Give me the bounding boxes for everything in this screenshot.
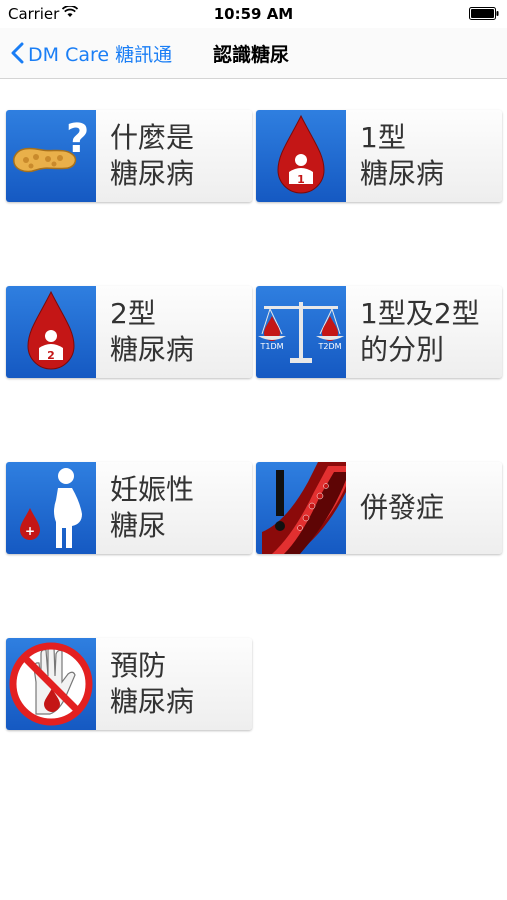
pregnancy-icon: + [6,462,96,554]
tile-label: 1型 糖尿病 [360,121,445,190]
tile-label: 妊娠性 糖尿 [110,473,195,542]
svg-text:?: ? [66,116,89,162]
status-bar: Carrier 10:59 AM [0,0,507,28]
type2-blood-drop-icon: 2 [6,286,96,378]
tile-label: 1型及2型 的分別 [360,297,480,366]
tile-label: 什麼是 糖尿病 [110,121,195,190]
tile-type2-diabetes[interactable]: 2 2型 糖尿病 [6,286,252,378]
tile-label: 預防 糖尿病 [110,649,195,718]
tile-prevent-diabetes[interactable]: 預防 糖尿病 [6,638,252,730]
tile-complications[interactable]: 併發症 [256,462,502,554]
pancreas-question-icon: ? [6,110,96,202]
svg-text:2: 2 [47,349,55,362]
page-title: 認識糖尿 [213,44,290,66]
navigation-bar: DM Care 糖訊通 認識糖尿 [0,28,507,79]
blood-vessel-warning-icon [256,462,346,554]
balance-scale-icon: T1DM T2DM [256,286,346,378]
clock: 10:59 AM [213,5,294,23]
svg-text:+: + [25,524,35,538]
back-button[interactable]: DM Care 糖訊通 [10,36,172,70]
battery-icon [469,7,499,20]
tile-type1-vs-type2[interactable]: T1DM T2DM 1型及2型 的分別 [256,286,502,378]
back-button-label: DM Care 糖訊通 [28,43,173,66]
tile-type1-diabetes[interactable]: 1 1型 糖尿病 [256,110,502,202]
stop-hand-icon [6,638,96,730]
svg-text:T1DM: T1DM [259,342,283,351]
type1-blood-drop-icon: 1 [256,110,346,202]
tile-gestational-diabetes[interactable]: + 妊娠性 糖尿 [6,462,252,554]
tile-what-is-diabetes[interactable]: ? 什麼是 糖尿病 [6,110,252,202]
svg-text:1: 1 [297,173,305,186]
tile-label: 併發症 [360,491,445,524]
svg-text:T2DM: T2DM [317,342,341,351]
chevron-left-icon [11,42,24,64]
tile-label: 2型 糖尿病 [110,297,195,366]
